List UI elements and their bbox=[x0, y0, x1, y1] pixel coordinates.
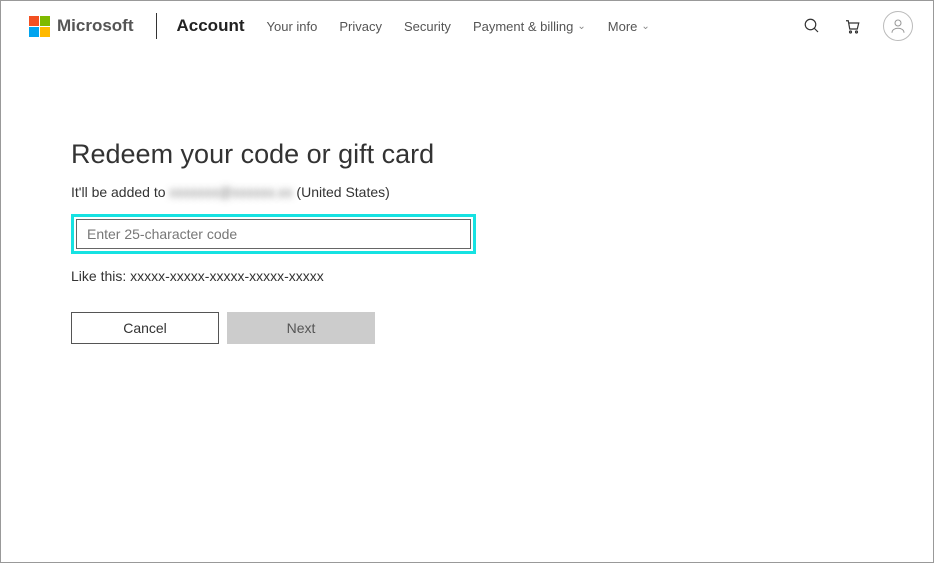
page-title: Redeem your code or gift card bbox=[71, 139, 933, 170]
header-divider bbox=[156, 13, 157, 39]
avatar[interactable] bbox=[883, 11, 913, 41]
header: Microsoft Account Your info Privacy Secu… bbox=[1, 1, 933, 51]
header-right bbox=[803, 11, 913, 41]
button-row: Cancel Next bbox=[71, 312, 933, 344]
chevron-down-icon: ⌄ bbox=[641, 21, 649, 32]
next-button[interactable]: Next bbox=[227, 312, 375, 344]
nav-payment[interactable]: Payment & billing ⌄ bbox=[473, 19, 586, 34]
hint-text: Like this: xxxxx-xxxxx-xxxxx-xxxxx-xxxxx bbox=[71, 268, 933, 284]
nav-payment-label: Payment & billing bbox=[473, 19, 573, 34]
nav-your-info[interactable]: Your info bbox=[267, 19, 318, 34]
microsoft-logo-icon bbox=[29, 16, 50, 37]
subtitle-prefix: It'll be added to bbox=[71, 184, 169, 200]
nav-privacy[interactable]: Privacy bbox=[339, 19, 382, 34]
nav-heading[interactable]: Account bbox=[177, 16, 245, 36]
account-email: xxxxxxx@xxxxxx.xx bbox=[169, 184, 292, 200]
subtitle-suffix: (United States) bbox=[293, 184, 390, 200]
nav-more-label: More bbox=[608, 19, 638, 34]
nav-security[interactable]: Security bbox=[404, 19, 451, 34]
search-icon[interactable] bbox=[803, 17, 821, 35]
code-input-highlight bbox=[71, 214, 476, 254]
nav-more[interactable]: More ⌄ bbox=[608, 19, 650, 34]
main-content: Redeem your code or gift card It'll be a… bbox=[1, 51, 933, 344]
microsoft-logo-text: Microsoft bbox=[57, 16, 134, 36]
cart-icon[interactable] bbox=[843, 17, 861, 35]
microsoft-logo[interactable]: Microsoft bbox=[29, 16, 134, 37]
nav: Account Your info Privacy Security Payme… bbox=[177, 16, 650, 36]
subtitle: It'll be added to xxxxxxx@xxxxxx.xx (Uni… bbox=[71, 184, 933, 200]
code-input[interactable] bbox=[76, 219, 471, 249]
chevron-down-icon: ⌄ bbox=[577, 21, 585, 32]
cancel-button[interactable]: Cancel bbox=[71, 312, 219, 344]
